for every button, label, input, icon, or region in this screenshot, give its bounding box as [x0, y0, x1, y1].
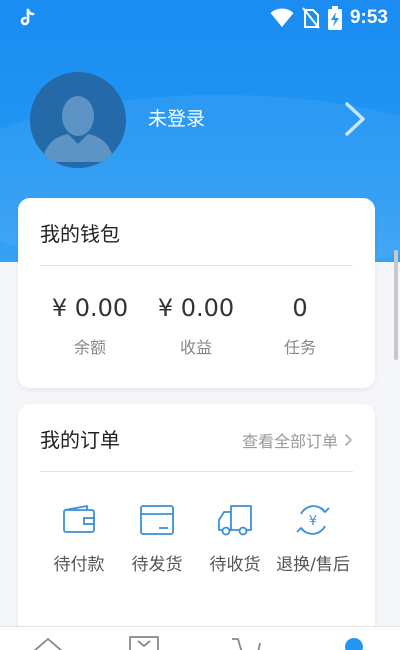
earnings-label: 收益: [179, 338, 212, 357]
view-all-orders-link[interactable]: 查看全部订单: [242, 428, 353, 452]
order-pending-payment-label: 待付款: [53, 555, 105, 575]
scrollbar[interactable]: [394, 250, 398, 360]
order-pending-receipt[interactable]: 待收货: [195, 500, 275, 578]
tasks-stat[interactable]: 0 任务: [250, 294, 350, 358]
order-pending-shipment[interactable]: 待发货: [117, 500, 197, 578]
status-bar: 9:53: [0, 0, 400, 36]
earnings-value: ¥ 0.00: [157, 294, 235, 322]
order-refund-aftersale-label: 退换/售后: [276, 555, 350, 575]
login-status-text[interactable]: 未登录: [148, 104, 205, 131]
truck-icon: [218, 505, 252, 536]
view-all-orders-label: 查看全部订单: [241, 432, 338, 451]
order-refund-aftersale[interactable]: ¥ 退换/售后: [273, 500, 353, 578]
shop-icon[interactable]: [128, 633, 160, 650]
divider: [40, 471, 353, 472]
no-sim-icon: [302, 7, 320, 29]
tiktok-icon: [20, 8, 35, 26]
tasks-label: 任务: [283, 338, 316, 357]
bottom-nav: [0, 626, 400, 650]
balance-label: 余额: [73, 338, 106, 357]
home-icon[interactable]: [32, 633, 64, 650]
order-pending-payment[interactable]: 待付款: [39, 500, 119, 578]
wallet-title: 我的钱包: [40, 222, 120, 246]
order-pending-shipment-label: 待发货: [131, 555, 183, 575]
balance-stat[interactable]: ¥ 0.00 余额: [40, 294, 140, 358]
cart-icon[interactable]: [230, 633, 262, 650]
balance-value: ¥ 0.00: [51, 294, 129, 322]
battery-charging-icon: [327, 6, 342, 30]
user-avatar-icon: [42, 96, 114, 162]
avatar[interactable]: [30, 72, 126, 168]
divider: [40, 265, 353, 266]
wallet-icon: [63, 505, 95, 533]
orders-card: 我的订单 查看全部订单 待付款 待发货 待收货 ¥ 退换/售后: [18, 404, 375, 636]
wifi-icon: [270, 8, 294, 27]
chevron-right-icon[interactable]: [342, 100, 368, 138]
status-time: 9:53: [349, 7, 388, 28]
orders-title: 我的订单: [40, 428, 120, 452]
earnings-stat[interactable]: ¥ 0.00 收益: [146, 294, 246, 358]
tasks-value: 0: [292, 294, 308, 322]
profile-icon[interactable]: [338, 633, 370, 650]
wallet-card: 我的钱包 ¥ 0.00 余额 ¥ 0.00 收益 0 任务: [18, 198, 375, 388]
package-icon: [140, 505, 174, 535]
order-pending-receipt-label: 待收货: [209, 555, 261, 575]
chevron-right-icon: [344, 433, 353, 447]
svg-text:¥: ¥: [309, 514, 317, 529]
refund-icon: ¥: [296, 505, 330, 535]
